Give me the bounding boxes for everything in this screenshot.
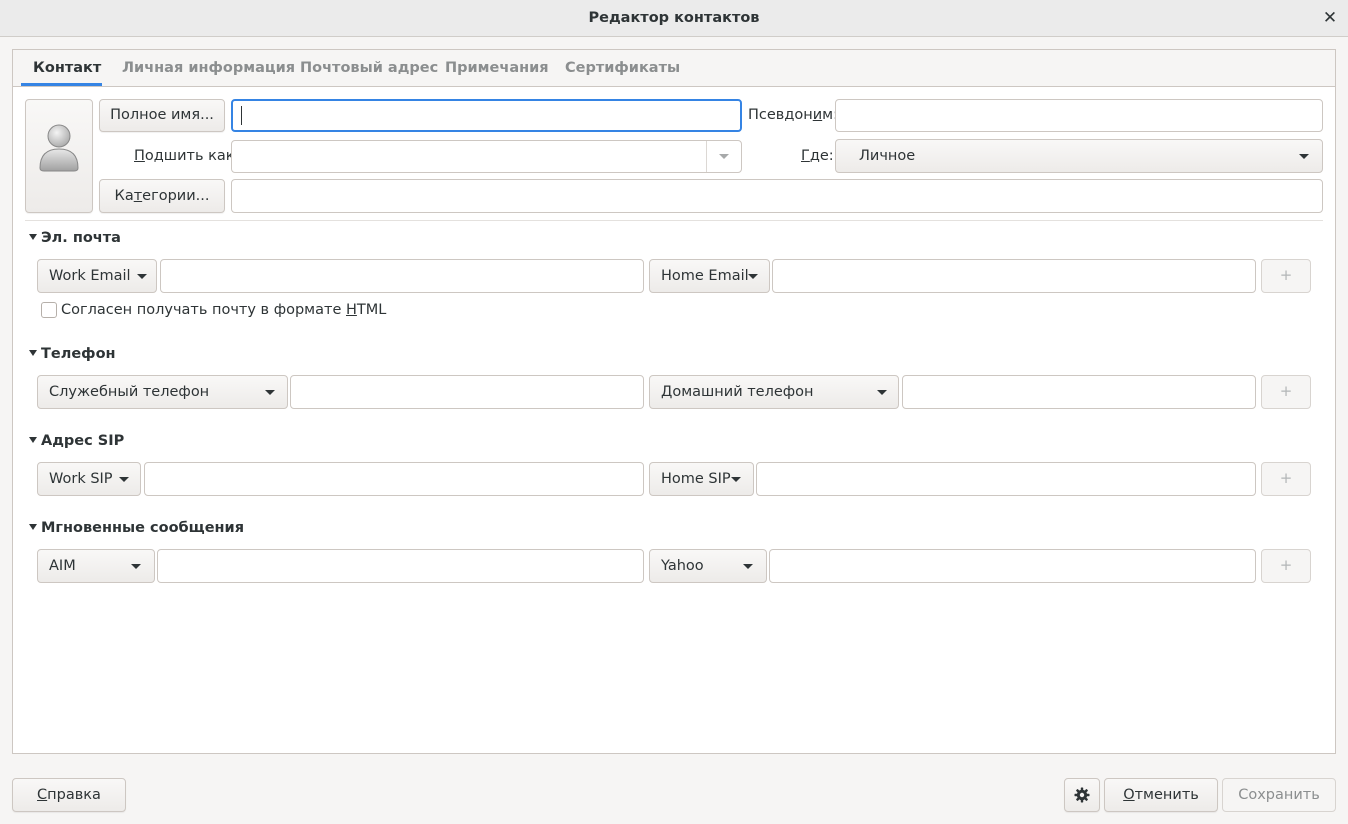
- chevron-down-icon: [877, 390, 887, 395]
- email-type-select-1[interactable]: Work Email: [37, 259, 157, 293]
- window-title: Редактор контактов: [588, 10, 760, 26]
- expander-down-icon: [29, 234, 37, 240]
- im-type-select-2[interactable]: Yahoo: [649, 549, 767, 583]
- add-sip-button[interactable]: +: [1261, 462, 1311, 496]
- sip-type-select-2[interactable]: Home SIP: [649, 462, 754, 496]
- add-phone-button[interactable]: +: [1261, 375, 1311, 409]
- nickname-input[interactable]: [835, 99, 1323, 132]
- fullname-button[interactable]: Полное имя...: [99, 99, 225, 132]
- chevron-down-icon: [719, 154, 729, 159]
- help-button[interactable]: Справка: [12, 778, 126, 812]
- chevron-down-icon: [265, 390, 275, 395]
- active-tab-indicator: [21, 83, 102, 86]
- im-input-1[interactable]: [157, 549, 644, 583]
- categories-button[interactable]: Категории...: [99, 179, 225, 213]
- where-select[interactable]: Личное: [835, 139, 1323, 173]
- gear-icon: [1074, 787, 1090, 803]
- config-button[interactable]: [1064, 778, 1100, 812]
- avatar-button[interactable]: [25, 99, 93, 213]
- file-as-combo-entry[interactable]: [231, 140, 742, 173]
- fullname-input[interactable]: [231, 99, 742, 132]
- categories-input[interactable]: [231, 179, 1323, 213]
- im-section-header[interactable]: Мгновенные сообщения: [29, 519, 244, 537]
- nickname-label: Псевдоним:: [748, 107, 838, 123]
- text-cursor: [241, 106, 242, 125]
- chevron-down-icon: [119, 477, 129, 482]
- chevron-down-icon: [131, 564, 141, 569]
- chevron-down-icon: [743, 564, 753, 569]
- where-label: Где:: [801, 148, 834, 164]
- html-mail-checkbox[interactable]: [41, 302, 57, 318]
- chevron-down-icon: [748, 274, 758, 279]
- email-section-header[interactable]: Эл. почта: [29, 229, 121, 247]
- sip-type-select-1[interactable]: Work SIP: [37, 462, 141, 496]
- tab-certificates[interactable]: Сертификаты: [549, 50, 696, 87]
- phone-type-select-2[interactable]: Домашний телефон: [649, 375, 899, 409]
- user-avatar-icon: [39, 124, 79, 172]
- expander-down-icon: [29, 350, 37, 356]
- im-type-select-1[interactable]: AIM: [37, 549, 155, 583]
- tab-personal-info[interactable]: Личная информация: [106, 50, 311, 87]
- close-icon[interactable]: ✕: [1318, 5, 1342, 31]
- sip-input-1[interactable]: [144, 462, 644, 496]
- phone-input-1[interactable]: [290, 375, 644, 409]
- email-input-1[interactable]: [160, 259, 644, 293]
- chevron-down-icon: [731, 477, 741, 482]
- file-as-label: Подшить как:: [134, 148, 240, 164]
- cancel-button[interactable]: Отменить: [1104, 778, 1218, 812]
- sip-section-header[interactable]: Адрес SIP: [29, 432, 124, 450]
- file-as-dropdown-button[interactable]: [706, 141, 741, 172]
- email-input-2[interactable]: [772, 259, 1256, 293]
- html-mail-label[interactable]: Согласен получать почту в формате HTML: [61, 300, 386, 320]
- phone-section-header[interactable]: Телефон: [29, 345, 116, 363]
- add-im-button[interactable]: +: [1261, 549, 1311, 583]
- im-input-2[interactable]: [769, 549, 1256, 583]
- expander-down-icon: [29, 524, 37, 530]
- tab-notes[interactable]: Примечания: [429, 50, 565, 87]
- save-button[interactable]: Сохранить: [1222, 778, 1336, 812]
- tab-contact[interactable]: Контакт: [17, 50, 117, 87]
- expander-down-icon: [29, 437, 37, 443]
- chevron-down-icon: [1299, 154, 1309, 159]
- email-type-select-2[interactable]: Home Email: [649, 259, 770, 293]
- sip-input-2[interactable]: [756, 462, 1256, 496]
- separator: [25, 220, 1323, 221]
- add-email-button[interactable]: +: [1261, 259, 1311, 293]
- chevron-down-icon: [137, 274, 147, 279]
- phone-input-2[interactable]: [902, 375, 1256, 409]
- phone-type-select-1[interactable]: Служебный телефон: [37, 375, 288, 409]
